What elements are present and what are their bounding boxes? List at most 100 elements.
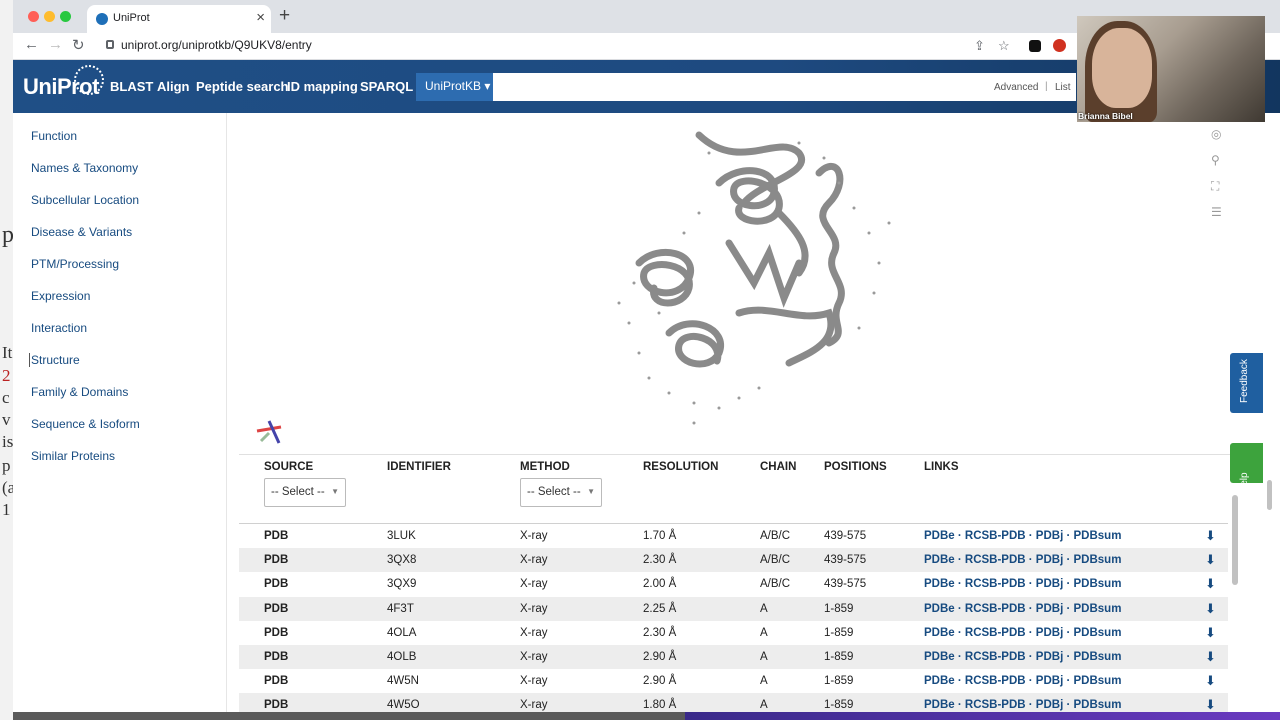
structure-viewer[interactable]: ◎ ⚲ ⛶ ☰ [239,113,1239,455]
nav-peptide-search[interactable]: Peptide search [196,79,289,94]
resolution-cell: 2.25 Å [643,602,677,615]
sidebar-item-structure[interactable]: Structure [29,353,80,367]
extension-red-icon[interactable] [1053,39,1066,52]
download-icon[interactable]: ⬇ [1205,649,1216,665]
positions-cell: 1-859 [824,675,854,688]
source-cell: PDB [264,530,289,542]
resolution-cell: 2.90 Å [643,650,677,663]
reload-icon[interactable]: ↻ [72,36,85,54]
header-separator: | [1045,81,1048,92]
sidebar-item-expression[interactable]: Expression [31,289,90,303]
links-cell[interactable]: PDBe · RCSB-PDB · PDBj · PDBsum [924,651,1121,663]
method-cell: X-ray [520,699,548,712]
presenter-face [1092,28,1152,108]
positions-cell: 1-859 [824,626,854,639]
nav-align[interactable]: Align [157,79,190,94]
forward-icon[interactable]: → [48,36,63,53]
method-cell: X-ray [520,554,548,567]
feedback-label: Feedback [1239,359,1250,403]
table-row: PDB 4OLB X-ray 2.90 Å A 1-859 PDBe · RCS… [239,644,1228,670]
method-cell: X-ray [520,650,548,663]
back-icon[interactable]: ← [24,36,39,53]
list-search-link[interactable]: List [1055,82,1071,93]
chain-cell: A [760,699,768,712]
sidebar-item-ptm-processing[interactable]: PTM/Processing [31,257,119,271]
database-select[interactable]: UniProtKB ▾ [416,73,493,101]
share-icon[interactable]: ⇪ [974,38,985,54]
feedback-button[interactable]: Feedback [1230,353,1263,413]
tab-uniprot[interactable]: UniProt × [87,5,271,33]
method-filter-select[interactable]: -- Select -- ▼ [520,478,602,507]
table-row: PDB 3LUK X-ray 1.70 Å A/B/C 439-575 PDBe… [239,524,1228,548]
close-window-button[interactable] [28,11,39,22]
sidebar-item-function[interactable]: Function [31,129,77,143]
sidebar-item-family-domains[interactable]: Family & Domains [31,385,128,399]
chain-cell: A/B/C [760,554,791,567]
new-tab-button[interactable]: + [279,5,290,27]
chain-cell: A [760,650,768,663]
download-icon[interactable]: ⬇ [1205,552,1216,568]
method-cell: X-ray [520,626,548,639]
protein-3d-structure[interactable] [239,113,1239,453]
search-icon[interactable]: ⚲ [1211,153,1225,179]
reset-icon[interactable]: ◎ [1211,127,1225,153]
sidebar-item-interaction[interactable]: Interaction [31,321,87,335]
chain-cell: A/B/C [760,578,791,591]
desktop-text-fragment: It [2,343,13,362]
source-cell: PDB [264,578,289,591]
download-icon[interactable]: ⬇ [1205,576,1216,592]
links-cell[interactable]: PDBe · RCSB-PDB · PDBj · PDBsum [924,699,1121,711]
maximize-window-button[interactable] [60,11,71,22]
column-header-positions: POSITIONS [824,461,887,473]
sidebar-item-names-taxonomy[interactable]: Names & Taxonomy [31,161,138,175]
positions-cell: 1-859 [824,650,854,663]
nav-blast[interactable]: BLAST [110,79,153,94]
source-cell: PDB [264,626,289,639]
settings-icon[interactable]: ☰ [1211,205,1225,231]
sidebar-item-similar-proteins[interactable]: Similar Proteins [31,449,115,463]
links-cell[interactable]: PDBe · RCSB-PDB · PDBj · PDBsum [924,603,1121,615]
download-icon[interactable]: ⬇ [1205,625,1216,641]
sidebar-item-sequence-isoform[interactable]: Sequence & Isoform [31,417,140,431]
extension-icon[interactable] [1029,40,1041,52]
identifier-cell: 4OLB [387,650,417,663]
minimize-window-button[interactable] [44,11,55,22]
resolution-cell: 2.30 Å [643,626,677,639]
method-filter-value: -- Select -- [527,486,581,498]
search-input[interactable]: Advanced | List [493,73,1076,101]
download-icon[interactable]: ⬇ [1205,697,1216,712]
expand-icon[interactable]: ⛶ [1211,179,1225,205]
sidebar-item-subcellular-location[interactable]: Subcellular Location [31,193,139,207]
sidebar-item-disease-variants[interactable]: Disease & Variants [31,225,132,239]
chain-cell: A/B/C [760,530,791,542]
bookmark-star-icon[interactable]: ☆ [998,38,1010,54]
identifier-cell: 4W5N [387,675,419,688]
page-scrollbar[interactable] [1267,480,1272,510]
links-cell[interactable]: PDBe · RCSB-PDB · PDBj · PDBsum [924,578,1121,590]
links-cell[interactable]: PDBe · RCSB-PDB · PDBj · PDBsum [924,627,1121,639]
download-icon[interactable]: ⬇ [1205,601,1216,617]
download-icon[interactable]: ⬇ [1205,528,1216,544]
links-cell[interactable]: PDBe · RCSB-PDB · PDBj · PDBsum [924,530,1121,542]
source-filter-select[interactable]: -- Select -- ▼ [264,478,346,507]
close-tab-icon[interactable]: × [256,9,265,26]
resolution-cell: 1.70 Å [643,530,677,542]
nav-id-mapping[interactable]: ID mapping [287,79,358,94]
desktop-text-fragment: p [2,456,11,475]
positions-cell: 439-575 [824,578,867,591]
links-cell[interactable]: PDBe · RCSB-PDB · PDBj · PDBsum [924,554,1121,566]
advanced-search-link[interactable]: Advanced [994,82,1038,93]
column-header-identifier: IDENTIFIER [387,461,451,473]
links-cell[interactable]: PDBe · RCSB-PDB · PDBj · PDBsum [924,675,1121,687]
download-icon[interactable]: ⬇ [1205,673,1216,689]
url-bar[interactable]: uniprot.org/uniprotkb/Q9UKV8/entry [121,38,312,52]
nav-sparql[interactable]: SPARQL [360,79,413,94]
chain-cell: A [760,626,768,639]
identifier-cell: 4W5O [387,699,420,712]
desktop-text-fragment: is [2,432,14,451]
entry-main-content: ◎ ⚲ ⛶ ☰ SOURCE IDENTIFIER METHOD RESOLUT… [239,113,1241,712]
table-scrollbar[interactable] [1232,495,1238,585]
identifier-cell: 3LUK [387,530,416,542]
help-button[interactable]: Help [1230,443,1263,493]
source-cell: PDB [264,699,289,712]
